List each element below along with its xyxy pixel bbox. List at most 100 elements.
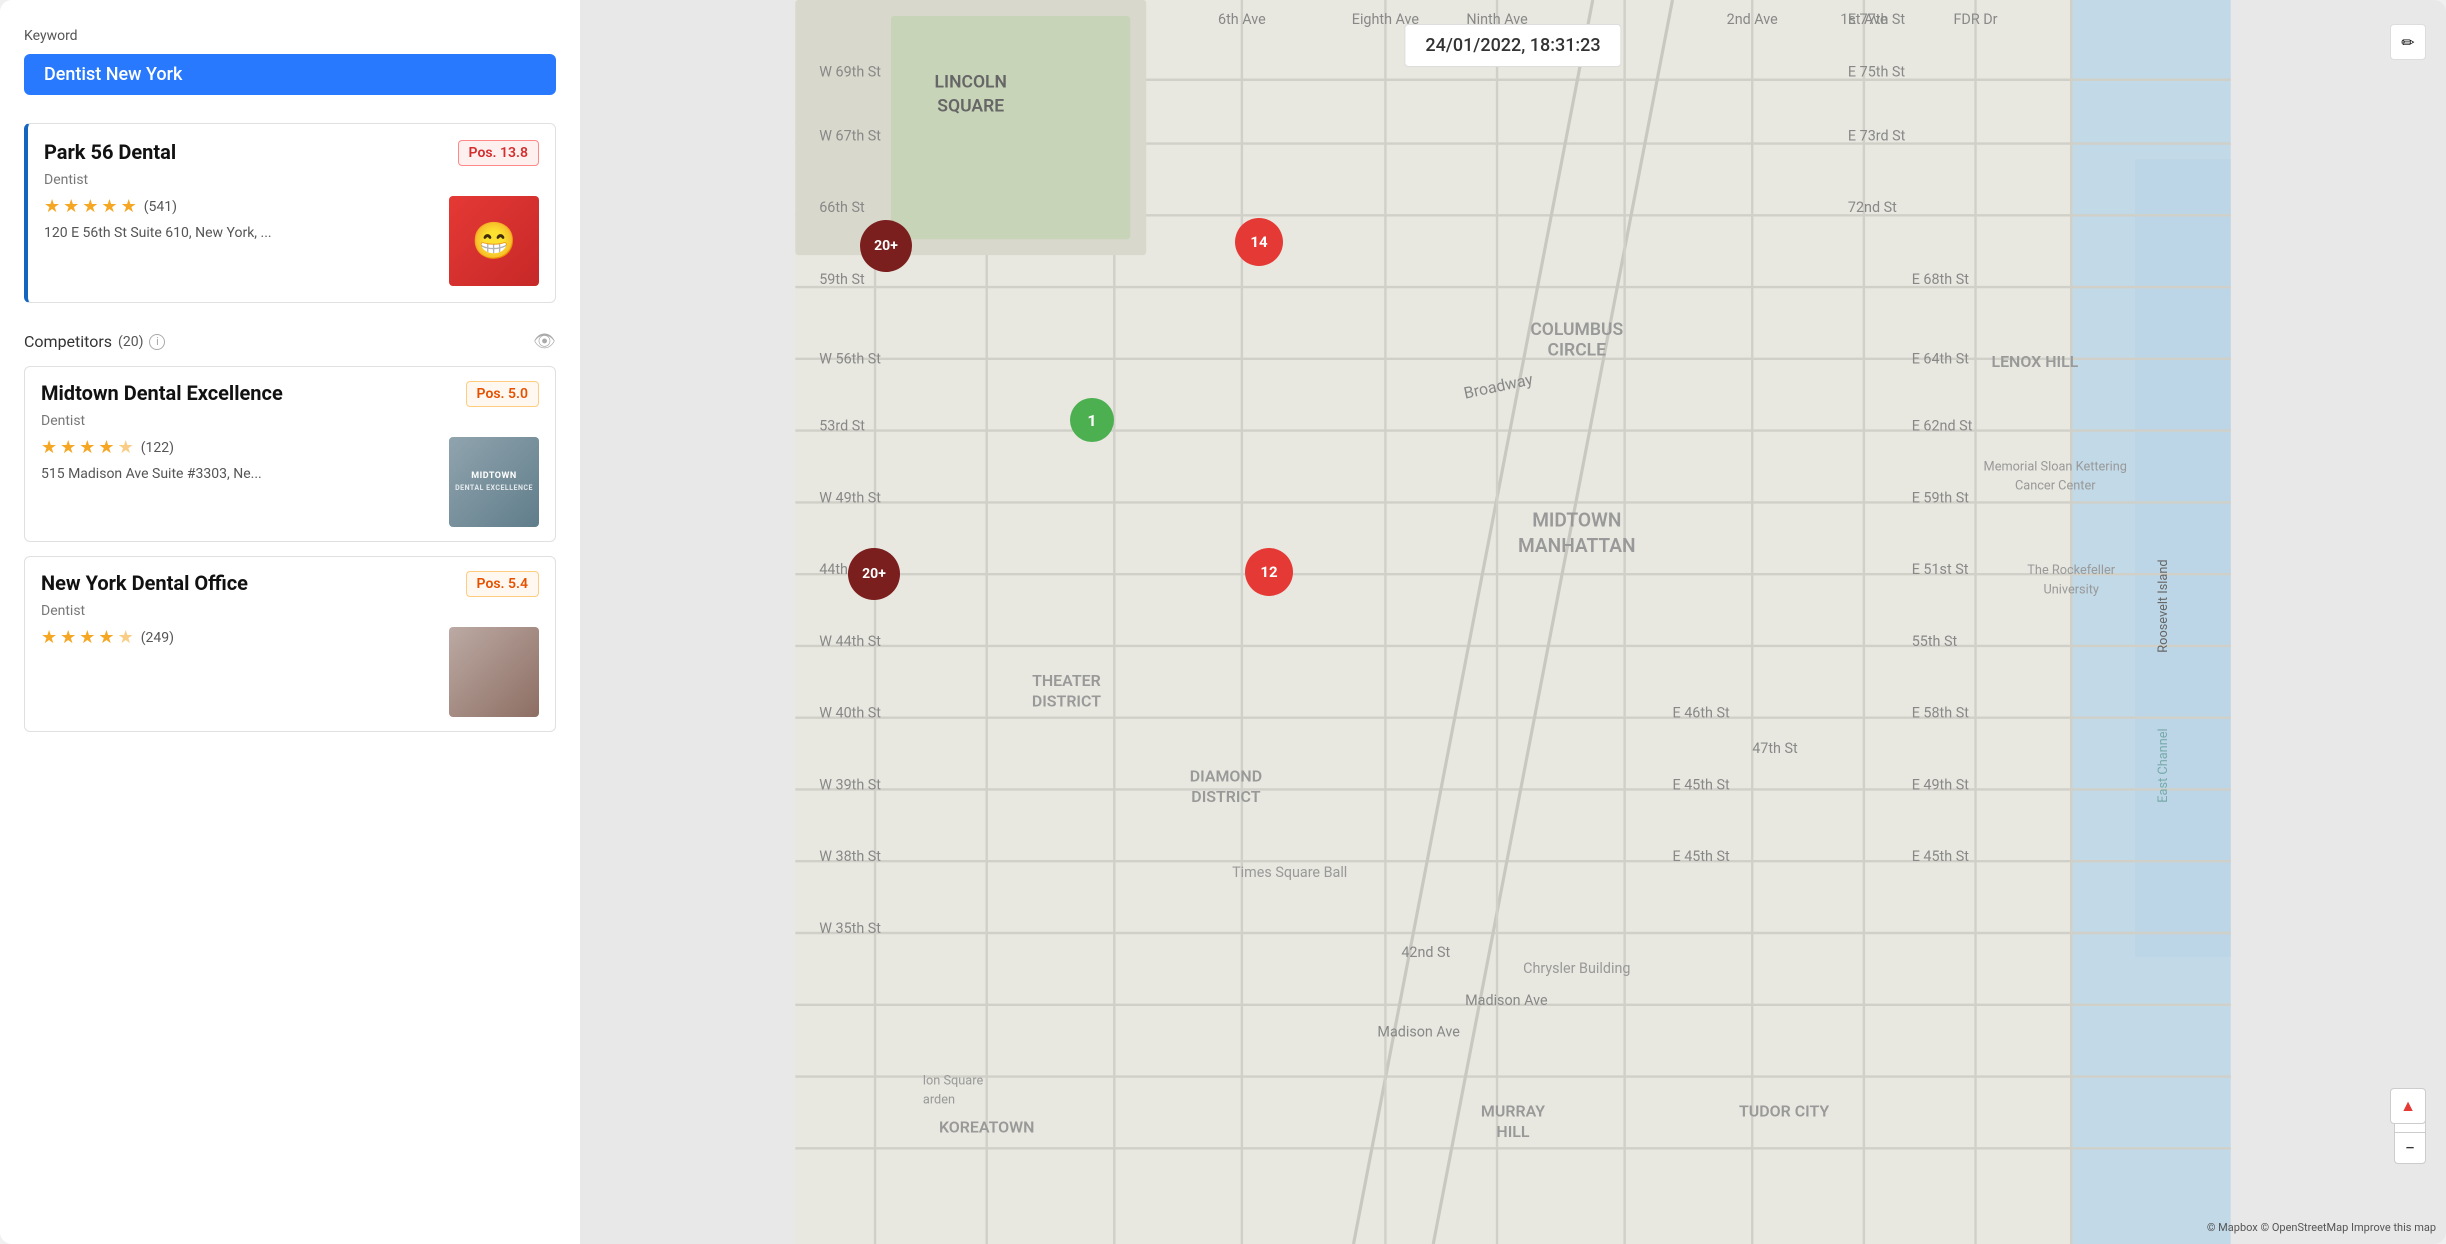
- svg-text:6th Ave: 6th Ave: [1218, 11, 1266, 28]
- svg-text:CIRCLE: CIRCLE: [1548, 341, 1607, 361]
- main-result-image: [449, 196, 539, 286]
- main-result-type: Dentist: [44, 172, 539, 188]
- svg-text:W 35th St: W 35th St: [819, 920, 881, 937]
- svg-text:E 58th St: E 58th St: [1912, 705, 1970, 722]
- map-marker-1[interactable]: 1: [1070, 398, 1114, 442]
- svg-text:DISTRICT: DISTRICT: [1032, 692, 1101, 711]
- star-4: ★: [101, 196, 117, 217]
- svg-text:E 51st St: E 51st St: [1912, 561, 1969, 578]
- svg-text:E 68th St: E 68th St: [1912, 271, 1970, 288]
- map-edit-icon[interactable]: ✏: [2390, 24, 2426, 60]
- svg-text:MURRAY: MURRAY: [1481, 1101, 1545, 1120]
- competitor-1-review-count: (122): [141, 440, 174, 456]
- svg-text:Memorial Sloan Kettering: Memorial Sloan Kettering: [1984, 459, 2127, 474]
- svg-text:Madison Ave: Madison Ave: [1377, 1024, 1460, 1041]
- svg-text:W 44th St: W 44th St: [819, 633, 881, 650]
- svg-text:47th St: 47th St: [1752, 740, 1798, 757]
- svg-text:arden: arden: [923, 1093, 955, 1108]
- svg-text:DIAMOND: DIAMOND: [1190, 766, 1262, 785]
- map-marker-12[interactable]: 12: [1245, 548, 1293, 596]
- map-timestamp: 24/01/2022, 18:31:23: [1404, 24, 1621, 67]
- competitor-card-1[interactable]: Midtown Dental Excellence Pos. 5.0 Denti…: [24, 366, 556, 542]
- svg-text:HILL: HILL: [1496, 1122, 1529, 1141]
- svg-text:E 77th St: E 77th St: [1848, 11, 1906, 28]
- star-1: ★: [44, 196, 60, 217]
- competitor-2-review-count: (249): [141, 630, 174, 646]
- svg-text:KOREATOWN: KOREATOWN: [939, 1117, 1034, 1136]
- svg-text:59th St: 59th St: [819, 271, 865, 288]
- competitor-2-type: Dentist: [41, 603, 539, 619]
- svg-text:Times Square Ball: Times Square Ball: [1232, 864, 1347, 881]
- svg-text:55th St: 55th St: [1912, 633, 1958, 650]
- svg-text:72nd St: 72nd St: [1848, 199, 1897, 216]
- keyword-badge[interactable]: Dentist New York: [24, 54, 556, 95]
- svg-text:E 45th St: E 45th St: [1672, 848, 1730, 865]
- svg-text:W 56th St: W 56th St: [819, 351, 881, 368]
- main-result-review-count: (541): [144, 199, 177, 215]
- svg-text:Chrysler Building: Chrysler Building: [1523, 960, 1630, 977]
- competitors-eye-icon[interactable]: 👁: [533, 331, 556, 352]
- competitor-1-image: MIDTOWN DENTAL EXCELLENCE: [449, 437, 539, 527]
- svg-text:W 38th St: W 38th St: [819, 848, 881, 865]
- svg-text:42nd St: 42nd St: [1401, 944, 1450, 961]
- svg-text:W 49th St: W 49th St: [819, 489, 881, 506]
- svg-text:E 62nd St: E 62nd St: [1912, 418, 1973, 435]
- main-result-position: Pos. 13.8: [458, 140, 539, 166]
- svg-text:TUDOR CITY: TUDOR CITY: [1739, 1101, 1829, 1120]
- competitors-info-icon[interactable]: i: [149, 334, 165, 350]
- svg-text:E 64th St: E 64th St: [1912, 351, 1970, 368]
- star-5-half: ★: [121, 196, 137, 217]
- svg-text:E 45th St: E 45th St: [1672, 776, 1730, 793]
- svg-text:E 45th St: E 45th St: [1912, 848, 1970, 865]
- competitors-title: Competitors (20) i: [24, 332, 165, 351]
- svg-text:W 39th St: W 39th St: [819, 776, 881, 793]
- left-panel: Keyword Dentist New York Park 56 Dental …: [0, 0, 580, 1244]
- map-attribution: © Mapbox © OpenStreetMap Improve this ma…: [2207, 1221, 2436, 1234]
- map-background: LINCOLN SQUARE W 69th St W 67th St 66th …: [580, 0, 2446, 1244]
- main-result-address: 120 E 56th St Suite 610, New York, ...: [44, 225, 437, 241]
- svg-text:DISTRICT: DISTRICT: [1191, 787, 1260, 806]
- svg-text:53rd St: 53rd St: [819, 418, 865, 435]
- svg-text:2nd Ave: 2nd Ave: [1727, 11, 1778, 28]
- map-panel[interactable]: LINCOLN SQUARE W 69th St W 67th St 66th …: [580, 0, 2446, 1244]
- svg-text:FDR Dr: FDR Dr: [1954, 11, 1998, 28]
- svg-text:W 67th St: W 67th St: [819, 127, 881, 144]
- svg-text:Madison Ave: Madison Ave: [1465, 992, 1548, 1009]
- svg-text:THEATER: THEATER: [1032, 671, 1101, 690]
- svg-text:The Rockefeller: The Rockefeller: [2027, 563, 2115, 578]
- svg-text:COLUMBUS: COLUMBUS: [1530, 320, 1623, 340]
- svg-text:E 49th St: E 49th St: [1912, 776, 1970, 793]
- competitor-card-2[interactable]: New York Dental Office Pos. 5.4 Dentist …: [24, 556, 556, 732]
- zoom-out-button[interactable]: −: [2394, 1132, 2426, 1164]
- main-result-name: Park 56 Dental: [44, 140, 176, 164]
- competitor-1-address: 515 Madison Ave Suite #3303, Ne...: [41, 466, 437, 482]
- svg-text:66th St: 66th St: [819, 199, 865, 216]
- main-result-card[interactable]: Park 56 Dental Pos. 13.8 Dentist ★ ★ ★ ★…: [24, 123, 556, 303]
- competitor-1-type: Dentist: [41, 413, 539, 429]
- competitor-2-image: [449, 627, 539, 717]
- competitor-2-stars: ★ ★ ★ ★ ★ (249): [41, 627, 437, 648]
- svg-text:MANHATTAN: MANHATTAN: [1518, 534, 1636, 557]
- star-2: ★: [63, 196, 79, 217]
- map-marker-20plus-upper[interactable]: 20+: [860, 220, 912, 272]
- svg-text:E 75th St: E 75th St: [1848, 64, 1906, 81]
- competitor-1-name: Midtown Dental Excellence: [41, 381, 283, 405]
- svg-text:E 73rd St: E 73rd St: [1848, 127, 1906, 144]
- svg-text:W 69th St: W 69th St: [819, 64, 881, 81]
- keyword-label: Keyword: [24, 28, 556, 44]
- svg-text:LENOX HILL: LENOX HILL: [1991, 352, 2078, 371]
- competitor-1-stars: ★ ★ ★ ★ ★ (122): [41, 437, 437, 458]
- map-marker-20plus-lower[interactable]: 20+: [848, 548, 900, 600]
- map-compass[interactable]: ▲: [2390, 1088, 2426, 1124]
- map-marker-14[interactable]: 14: [1235, 218, 1283, 266]
- svg-text:East Channel: East Channel: [2156, 728, 2171, 802]
- main-result-stars: ★ ★ ★ ★ ★ (541): [44, 196, 437, 217]
- svg-text:SQUARE: SQUARE: [937, 97, 1004, 117]
- competitor-2-name: New York Dental Office: [41, 571, 248, 595]
- svg-text:W 40th St: W 40th St: [819, 705, 881, 722]
- svg-text:Roosevelt Island: Roosevelt Island: [2156, 559, 2171, 652]
- svg-text:lon Square: lon Square: [923, 1074, 984, 1089]
- svg-text:Cancer Center: Cancer Center: [2015, 479, 2096, 494]
- svg-text:E 59th St: E 59th St: [1912, 489, 1970, 506]
- svg-text:University: University: [2043, 582, 2098, 597]
